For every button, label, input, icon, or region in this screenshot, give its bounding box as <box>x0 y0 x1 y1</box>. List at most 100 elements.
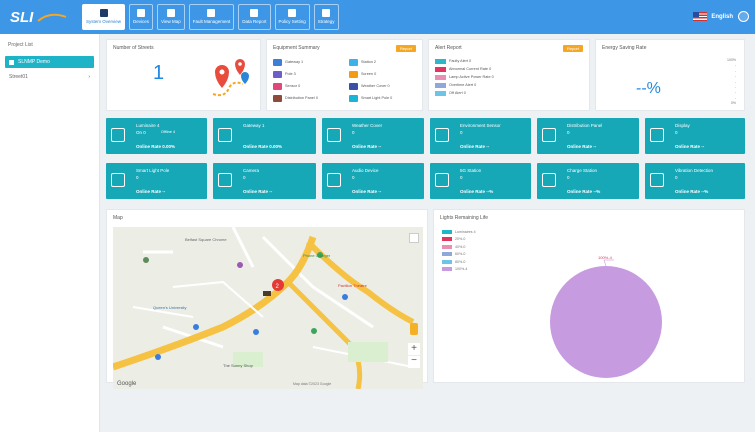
sidebar-project-item[interactable]: SLNMP Demo <box>5 56 94 68</box>
nav-label: Fault Management <box>192 19 231 24</box>
device-tile[interactable]: Vibration Detection 0 Online Rate --% <box>645 163 745 199</box>
legend-label: 100%-4 <box>455 267 468 272</box>
equipment-label: Station 2 <box>361 60 376 64</box>
device-icon <box>327 128 341 142</box>
equipment-icon <box>273 82 282 90</box>
equipment-title: Equipment Summary <box>273 45 320 51</box>
legend-swatch <box>442 237 452 242</box>
equipment-icon <box>273 70 282 78</box>
streets-card: Number of Streets 1 <box>106 39 261 111</box>
zoom-out-button[interactable]: − <box>408 356 420 368</box>
equipment-label: Smart Light Pole 0 <box>361 96 393 100</box>
device-icon <box>650 128 664 142</box>
chevron-right-icon: › <box>88 74 90 80</box>
tile-online-rate: Online Rate --% <box>567 189 601 194</box>
energy-scale: 100% ------- 0% <box>727 58 736 106</box>
svg-text:SLI: SLI <box>10 9 34 26</box>
device-tile[interactable]: 5G Station 0 Online Rate --% <box>430 163 531 199</box>
nav-item-6[interactable]: Strategy <box>313 4 339 30</box>
tile-online-rate: Online Rate -- <box>675 144 705 149</box>
us-flag-icon <box>693 12 708 21</box>
device-tile[interactable]: Audio Device 0 Online Rate -- <box>322 163 424 199</box>
brand-logo: SLI <box>10 9 67 26</box>
equipment-item: Pole 3 <box>273 70 345 78</box>
equipment-icon <box>273 94 282 102</box>
map-title: Map <box>113 215 123 221</box>
equipment-report-button[interactable]: Report <box>395 45 416 52</box>
alert-swatch <box>435 66 446 72</box>
device-icon <box>435 173 449 187</box>
tile-name: Smart Light Pole <box>136 168 170 173</box>
fullscreen-icon[interactable] <box>409 233 419 243</box>
device-tile[interactable]: Smart Light Pole 0 Online Rate -- <box>106 163 207 199</box>
device-tile[interactable]: Distribution Panel 0 Online Rate -- <box>537 118 639 154</box>
device-icon <box>111 173 125 187</box>
tile-online-rate: Online Rate -- <box>567 144 597 149</box>
equipment-label: Distribution Panel 0 <box>285 96 318 100</box>
nav-item-3[interactable]: Fault Management <box>188 4 235 30</box>
equipment-icon <box>349 94 358 102</box>
svg-text:Queen's University: Queen's University <box>153 305 186 310</box>
sidebar-sub-item[interactable]: Street01 › <box>5 72 94 82</box>
alert-item: Lamp Active Power Rate 0 <box>435 73 494 81</box>
tile-name: 5G Station <box>460 168 482 173</box>
device-icon <box>542 173 556 187</box>
energy-rate-value: --% <box>636 80 661 97</box>
legend-item: 20%-0 <box>442 236 476 244</box>
legend-item: 80%-0 <box>442 258 476 266</box>
device-tile[interactable]: Charge Station 0 Online Rate --% <box>537 163 639 199</box>
nav-label: Policy Setting <box>278 19 306 24</box>
nav-item-0[interactable]: System Overview <box>82 4 126 30</box>
svg-text:The Sunny Shop: The Sunny Shop <box>223 363 254 368</box>
alert-swatch <box>435 90 446 96</box>
device-tile[interactable]: Gateway 1 Online Rate 0.00% <box>213 118 316 154</box>
nav-label: Strategy <box>317 19 335 24</box>
alert-swatch <box>435 74 446 80</box>
tile-name: Distribution Panel <box>567 123 603 128</box>
tile-count: 0 <box>675 130 678 135</box>
legend-item: 100%-4 <box>442 266 476 274</box>
nav-item-2[interactable]: View Map <box>157 4 185 30</box>
nav-item-1[interactable]: Devices <box>129 4 154 30</box>
life-pie-chart: 100%-4 <box>550 255 662 378</box>
equipment-icon <box>273 58 282 66</box>
nav-label: Data Report <box>242 19 267 24</box>
legend-swatch <box>442 259 452 264</box>
device-icon <box>218 173 232 187</box>
tile-count: 0 <box>567 130 570 135</box>
alert-label: Off Alert 0 <box>449 91 466 95</box>
sidebar: Project List SLNMP Demo Street01 › <box>0 34 100 432</box>
alert-report-button[interactable]: Report <box>562 45 583 52</box>
alert-item: Overtime Alert 0 <box>435 81 494 89</box>
tile-name: Display <box>675 123 690 128</box>
legend-label: 60%-0 <box>455 252 466 257</box>
nav-item-5[interactable]: Policy Setting <box>274 4 310 30</box>
device-tile[interactable]: Camera 0 Online Rate -- <box>213 163 316 199</box>
nav-item-4[interactable]: Data Report <box>238 4 271 30</box>
sub-item-label: Street01 <box>9 74 28 80</box>
tile-count: 0 <box>567 175 570 180</box>
legend-item: 60%-0 <box>442 251 476 259</box>
equipment-label: Weather Cover 0 <box>361 84 390 88</box>
device-tile[interactable]: Luminaire 4 On 0 Online Rate 0.00% Offline … <box>106 118 207 154</box>
tile-online-rate: Online Rate -- <box>460 144 490 149</box>
nav-label: Devices <box>133 19 150 24</box>
map-view[interactable]: 2 Belfast Square Chrome Phone Charger Pa… <box>113 227 423 389</box>
language-selector[interactable]: English <box>693 12 733 21</box>
svg-text:Pavilion Theatre: Pavilion Theatre <box>338 283 368 288</box>
device-tile[interactable]: Display 0 Online Rate -- <box>645 118 745 154</box>
device-tile[interactable]: Environment Sensor 0 Online Rate -- <box>430 118 531 154</box>
street-view-icon[interactable] <box>410 323 418 335</box>
energy-title: Energy Saving Rate <box>602 45 647 51</box>
alert-title: Alert Report <box>435 45 462 51</box>
tile-name: Camera <box>243 168 260 173</box>
nav-icon <box>207 9 216 17</box>
logout-icon[interactable] <box>738 11 749 22</box>
device-tile[interactable]: Weather Cover 0 Online Rate -- <box>322 118 424 154</box>
zoom-in-button[interactable]: + <box>408 343 420 355</box>
legend-swatch <box>442 244 452 249</box>
alert-item: Faulty Alert 0 <box>435 57 494 65</box>
alert-label: Abnormal Current Rate 0 <box>449 67 492 71</box>
svg-text:Phone Charger: Phone Charger <box>303 253 331 258</box>
equipment-label: Gateway 1 <box>285 60 304 64</box>
